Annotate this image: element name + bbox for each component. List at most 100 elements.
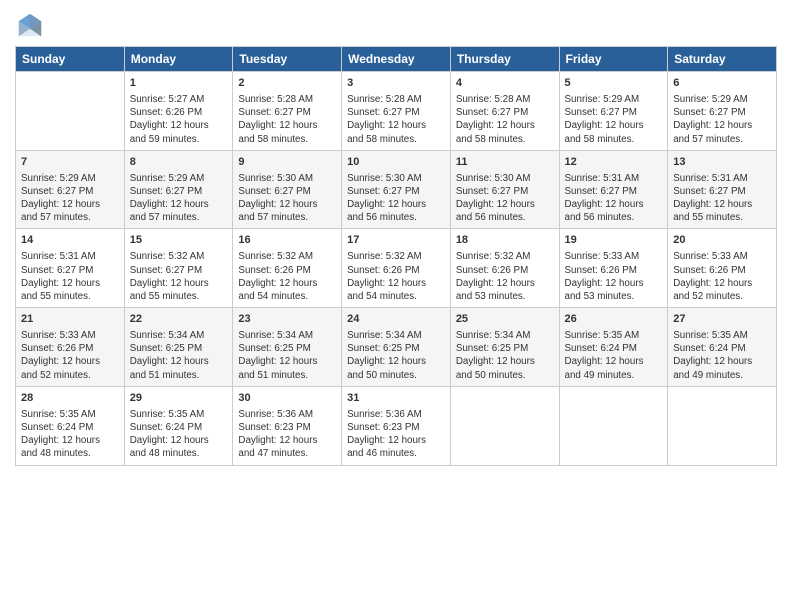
day-cell — [16, 72, 125, 151]
day-number: 9 — [238, 155, 336, 170]
header-cell-monday: Monday — [124, 47, 233, 72]
day-cell: 3Sunrise: 5:28 AM Sunset: 6:27 PM Daylig… — [342, 72, 451, 151]
day-number: 25 — [456, 312, 554, 327]
day-info: Sunrise: 5:34 AM Sunset: 6:25 PM Dayligh… — [130, 329, 228, 382]
day-number: 31 — [347, 391, 445, 406]
day-cell — [559, 386, 668, 465]
day-info: Sunrise: 5:30 AM Sunset: 6:27 PM Dayligh… — [456, 172, 554, 225]
day-cell: 31 Sunrise: 5:36 AM Sunset: 6:23 PM Dayli… — [342, 386, 451, 465]
day-number: 2 — [238, 76, 336, 91]
day-info: Sunrise: 5:35 AM Sunset: 6:24 PM Dayligh… — [673, 329, 771, 382]
day-cell: 25 Sunrise: 5:34 AM Sunset: 6:25 PM Dayli… — [450, 308, 559, 387]
day-info: Sunrise: 5:33 AM Sunset: 6:26 PM Dayligh… — [565, 250, 663, 303]
day-cell: 17 Sunrise: 5:32 AM Sunset: 6:26 PM Dayli… — [342, 229, 451, 308]
day-cell: 9 Sunrise: 5:30 AM Sunset: 6:27 PM Daylig… — [233, 150, 342, 229]
day-info: Sunrise: 5:31 AM Sunset: 6:27 PM Dayligh… — [565, 172, 663, 225]
day-cell: 16 Sunrise: 5:32 AM Sunset: 6:26 PM Dayli… — [233, 229, 342, 308]
day-info: Sunrise: 5:36 AM Sunset: 6:23 PM Dayligh… — [347, 408, 445, 461]
day-number: 8 — [130, 155, 228, 170]
page-header — [15, 10, 777, 40]
calendar-body: 1 Sunrise: 5:27 AM Sunset: 6:26 PM Daylig… — [16, 72, 777, 466]
day-number: 10 — [347, 155, 445, 170]
day-number: 13 — [673, 155, 771, 170]
day-info: Sunrise: 5:28 AM Sunset: 6:27 PM Dayligh… — [456, 93, 554, 146]
header-cell-wednesday: Wednesday — [342, 47, 451, 72]
day-number: 4 — [456, 76, 554, 91]
day-cell: 21 Sunrise: 5:33 AM Sunset: 6:26 PM Dayli… — [16, 308, 125, 387]
day-number: 30 — [238, 391, 336, 406]
logo — [15, 10, 49, 40]
day-cell: 20 Sunrise: 5:33 AM Sunset: 6:26 PM Dayli… — [668, 229, 777, 308]
day-info: Sunrise: 5:30 AM Sunset: 6:27 PM Dayligh… — [347, 172, 445, 225]
day-info: Sunrise: 5:35 AM Sunset: 6:24 PM Dayligh… — [130, 408, 228, 461]
calendar-table: SundayMondayTuesdayWednesdayThursdayFrid… — [15, 46, 777, 466]
day-info: Sunrise: 5:32 AM Sunset: 6:27 PM Dayligh… — [130, 250, 228, 303]
day-cell: 22 Sunrise: 5:34 AM Sunset: 6:25 PM Dayli… — [124, 308, 233, 387]
day-number: 3 — [347, 76, 445, 91]
day-number: 1 — [130, 76, 228, 91]
day-info: Sunrise: 5:33 AM Sunset: 6:26 PM Dayligh… — [21, 329, 119, 382]
day-cell — [668, 386, 777, 465]
week-row-1: 1 Sunrise: 5:27 AM Sunset: 6:26 PM Daylig… — [16, 72, 777, 151]
day-number: 19 — [565, 233, 663, 248]
day-info: Sunrise: 5:31 AM Sunset: 6:27 PM Dayligh… — [21, 250, 119, 303]
day-info: Sunrise: 5:30 AM Sunset: 6:27 PM Dayligh… — [238, 172, 336, 225]
day-number: 28 — [21, 391, 119, 406]
day-number: 21 — [21, 312, 119, 327]
page-container: SundayMondayTuesdayWednesdayThursdayFrid… — [0, 0, 792, 476]
day-info: Sunrise: 5:27 AM Sunset: 6:26 PM Dayligh… — [130, 93, 228, 146]
week-row-3: 14 Sunrise: 5:31 AM Sunset: 6:27 PM Dayli… — [16, 229, 777, 308]
day-number: 20 — [673, 233, 771, 248]
day-cell: 2 Sunrise: 5:28 AM Sunset: 6:27 PM Daylig… — [233, 72, 342, 151]
day-info: Sunrise: 5:29 AM Sunset: 6:27 PM Dayligh… — [21, 172, 119, 225]
header-cell-tuesday: Tuesday — [233, 47, 342, 72]
week-row-2: 7 Sunrise: 5:29 AM Sunset: 6:27 PM Daylig… — [16, 150, 777, 229]
day-number: 12 — [565, 155, 663, 170]
day-number: 11 — [456, 155, 554, 170]
day-cell: 10 Sunrise: 5:30 AM Sunset: 6:27 PM Dayli… — [342, 150, 451, 229]
day-number: 22 — [130, 312, 228, 327]
day-info: Sunrise: 5:32 AM Sunset: 6:26 PM Dayligh… — [456, 250, 554, 303]
day-info: Sunrise: 5:32 AM Sunset: 6:26 PM Dayligh… — [238, 250, 336, 303]
day-number: 14 — [21, 233, 119, 248]
day-info: Sunrise: 5:29 AM Sunset: 6:27 PM Dayligh… — [130, 172, 228, 225]
day-number: 7 — [21, 155, 119, 170]
day-info: Sunrise: 5:34 AM Sunset: 6:25 PM Dayligh… — [238, 329, 336, 382]
header-cell-friday: Friday — [559, 47, 668, 72]
day-cell: 19 Sunrise: 5:33 AM Sunset: 6:26 PM Dayli… — [559, 229, 668, 308]
header-cell-sunday: Sunday — [16, 47, 125, 72]
day-info: Sunrise: 5:34 AM Sunset: 6:25 PM Dayligh… — [456, 329, 554, 382]
day-cell: 26Sunrise: 5:35 AM Sunset: 6:24 PM Dayli… — [559, 308, 668, 387]
day-number: 15 — [130, 233, 228, 248]
day-cell: 5Sunrise: 5:29 AM Sunset: 6:27 PM Daylig… — [559, 72, 668, 151]
day-number: 18 — [456, 233, 554, 248]
day-info: Sunrise: 5:35 AM Sunset: 6:24 PM Dayligh… — [565, 329, 663, 382]
calendar-header-row: SundayMondayTuesdayWednesdayThursdayFrid… — [16, 47, 777, 72]
day-number: 23 — [238, 312, 336, 327]
day-number: 16 — [238, 233, 336, 248]
day-cell: 7 Sunrise: 5:29 AM Sunset: 6:27 PM Daylig… — [16, 150, 125, 229]
day-number: 6 — [673, 76, 771, 91]
day-cell: 14 Sunrise: 5:31 AM Sunset: 6:27 PM Dayli… — [16, 229, 125, 308]
day-cell: 1 Sunrise: 5:27 AM Sunset: 6:26 PM Daylig… — [124, 72, 233, 151]
day-info: Sunrise: 5:34 AM Sunset: 6:25 PM Dayligh… — [347, 329, 445, 382]
day-info: Sunrise: 5:28 AM Sunset: 6:27 PM Dayligh… — [238, 93, 336, 146]
day-number: 17 — [347, 233, 445, 248]
header-cell-saturday: Saturday — [668, 47, 777, 72]
header-cell-thursday: Thursday — [450, 47, 559, 72]
day-cell: 30Sunrise: 5:36 AM Sunset: 6:23 PM Dayli… — [233, 386, 342, 465]
day-cell: 12 Sunrise: 5:31 AM Sunset: 6:27 PM Dayli… — [559, 150, 668, 229]
day-cell: 11 Sunrise: 5:30 AM Sunset: 6:27 PM Dayli… — [450, 150, 559, 229]
week-row-4: 21 Sunrise: 5:33 AM Sunset: 6:26 PM Dayli… — [16, 308, 777, 387]
day-info: Sunrise: 5:35 AM Sunset: 6:24 PM Dayligh… — [21, 408, 119, 461]
day-info: Sunrise: 5:33 AM Sunset: 6:26 PM Dayligh… — [673, 250, 771, 303]
day-info: Sunrise: 5:32 AM Sunset: 6:26 PM Dayligh… — [347, 250, 445, 303]
day-cell: 13Sunrise: 5:31 AM Sunset: 6:27 PM Dayli… — [668, 150, 777, 229]
day-cell: 27Sunrise: 5:35 AM Sunset: 6:24 PM Dayli… — [668, 308, 777, 387]
week-row-5: 28 Sunrise: 5:35 AM Sunset: 6:24 PM Dayli… — [16, 386, 777, 465]
day-cell: 18 Sunrise: 5:32 AM Sunset: 6:26 PM Dayli… — [450, 229, 559, 308]
day-cell: 28 Sunrise: 5:35 AM Sunset: 6:24 PM Dayli… — [16, 386, 125, 465]
day-cell: 6Sunrise: 5:29 AM Sunset: 6:27 PM Daylig… — [668, 72, 777, 151]
logo-icon — [15, 10, 45, 40]
day-number: 29 — [130, 391, 228, 406]
